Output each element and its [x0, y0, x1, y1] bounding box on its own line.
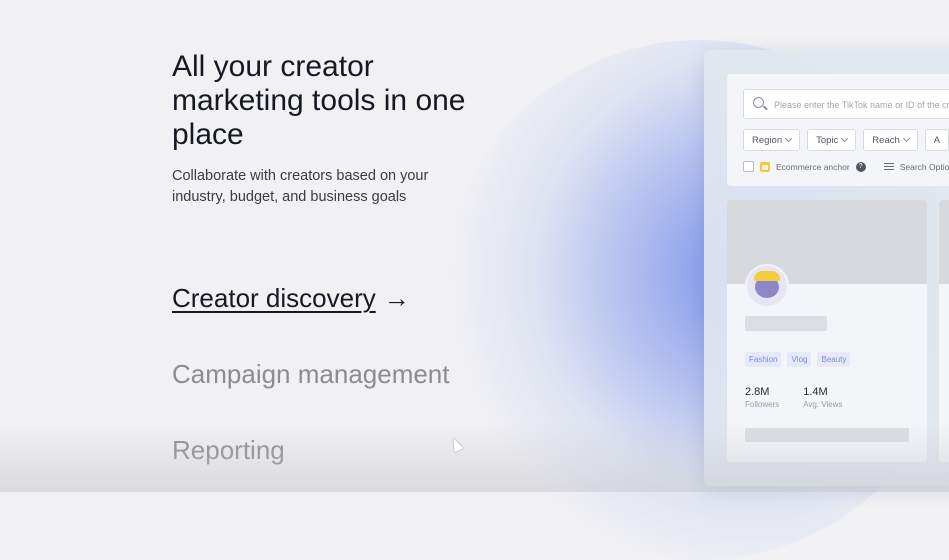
arrow-right-icon: →: [383, 283, 410, 313]
sliders-icon: [883, 162, 894, 171]
filter-more[interactable]: A: [924, 129, 949, 151]
help-icon[interactable]: ?: [855, 161, 866, 172]
filter-region[interactable]: Region: [743, 129, 801, 151]
views-value: 1.4M: [803, 386, 828, 398]
filter-label: Reach: [872, 134, 900, 146]
avatar: [745, 264, 789, 308]
ecommerce-label: Ecommerce anchor: [776, 161, 850, 172]
product-preview-panel: Region Topic Reach A Ecommerce anchor ? …: [704, 50, 949, 486]
stat-avg-views: 1.4M Avg. Views: [803, 386, 842, 409]
feature-label: Campaign management: [172, 359, 450, 389]
shop-icon: [760, 161, 770, 172]
stats-row: 2.8M Followers 1.4M Avg. Views: [745, 386, 843, 409]
stat-followers: 2.8M Followers: [745, 386, 779, 409]
name-placeholder: [745, 316, 827, 331]
views-label: Avg. Views: [803, 400, 843, 409]
feature-campaign-management[interactable]: Campaign management: [172, 359, 450, 390]
filter-topic[interactable]: Topic: [807, 129, 857, 151]
hero-subtitle: Collaborate with creators based on your …: [172, 168, 429, 205]
feature-creator-discovery[interactable]: Creator discovery →: [172, 283, 410, 314]
filter-row: Region Topic Reach A: [743, 129, 949, 151]
tag-fashion: Fashion: [745, 352, 782, 367]
hero-title: All your creator marketing tools in one …: [172, 50, 466, 151]
creator-search-box[interactable]: [743, 89, 949, 119]
options-row: Ecommerce anchor ? Search Options: [743, 161, 949, 172]
search-card: Region Topic Reach A Ecommerce anchor ? …: [727, 74, 949, 186]
tag-beauty: Beauty: [817, 352, 851, 367]
filter-label: Topic: [816, 134, 839, 146]
tag-list: Fashion Vlog Beauty: [745, 352, 851, 367]
search-options-button[interactable]: Search Options: [900, 162, 949, 172]
ecommerce-checkbox[interactable]: [743, 161, 754, 172]
followers-label: Followers: [745, 400, 780, 409]
chevron-down-icon: [785, 134, 793, 143]
bottom-placeholder: [745, 428, 909, 442]
filter-label: A: [933, 134, 941, 146]
feature-label: Reporting: [172, 435, 285, 465]
feature-reporting[interactable]: Reporting: [172, 435, 285, 466]
creator-search-input[interactable]: [772, 95, 949, 115]
cover-image-placeholder: [939, 200, 949, 284]
filter-label: Region: [752, 134, 783, 146]
followers-value: 2.8M: [745, 386, 770, 398]
chevron-down-icon: [902, 134, 910, 143]
feature-label: Creator discovery: [172, 283, 376, 313]
search-icon: [753, 97, 764, 108]
chevron-down-icon: [841, 134, 849, 143]
mouse-cursor-icon: [448, 435, 464, 453]
tag-vlog: Vlog: [787, 352, 812, 367]
filter-reach[interactable]: Reach: [863, 129, 918, 151]
creator-card-partial[interactable]: [939, 200, 949, 462]
creator-card[interactable]: Fashion Vlog Beauty 2.8M Followers 1.4M …: [727, 200, 927, 462]
